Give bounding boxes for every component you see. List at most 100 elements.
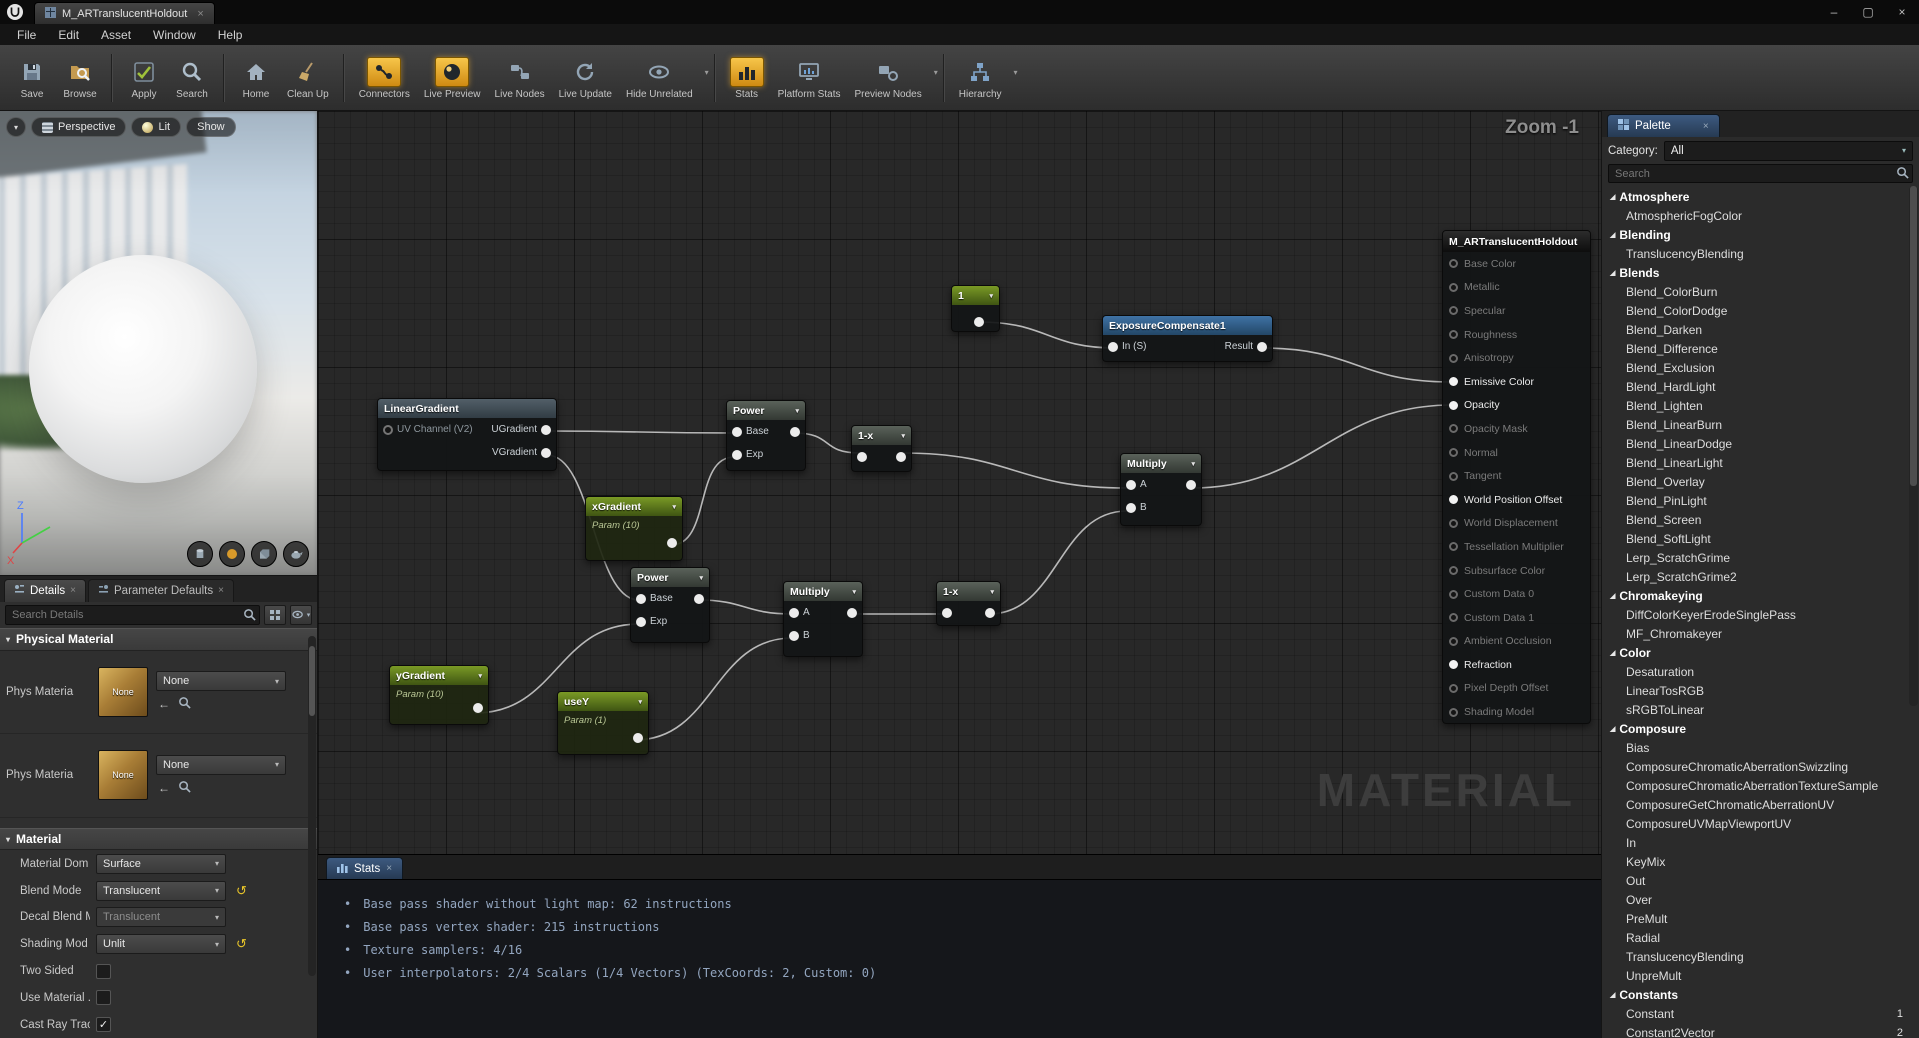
palette-entry[interactable]: ◢ Radial [1602, 928, 1919, 947]
palette-entry[interactable]: ◢ Blend_Darken [1602, 320, 1919, 339]
output-pin[interactable] [974, 317, 984, 327]
output-pin[interactable] [541, 448, 551, 458]
shading-model-select[interactable]: Unlit ▾ [96, 934, 226, 954]
sphere-mesh-button[interactable] [219, 541, 245, 567]
input-pin[interactable] [636, 594, 646, 604]
node-lineargradient[interactable]: LinearGradient UV Channel (V2) UGradient… [377, 398, 557, 471]
palette-entry[interactable]: ◢ Lerp_ScratchGrime2 [1602, 567, 1919, 586]
palette-entry[interactable]: ◢ Blend_Exclusion [1602, 358, 1919, 377]
node-wire[interactable] [1261, 348, 1452, 382]
material-pin-row[interactable]: Refraction [1443, 653, 1590, 677]
material-pin-row[interactable]: Emissive Color [1443, 370, 1590, 394]
palette-entry[interactable]: ◢ Blend_PinLight [1602, 491, 1919, 510]
use-selected-asset-icon[interactable]: ← [158, 697, 170, 711]
palette-entry[interactable]: ◢ Desaturation [1602, 662, 1919, 681]
reset-to-default-icon[interactable]: ↺ [236, 883, 247, 899]
material-pin-row[interactable]: Shading Model [1443, 700, 1590, 724]
palette-entry[interactable]: ◢ Blend_LinearDodge [1602, 434, 1919, 453]
material-pin-row[interactable]: World Position Offset [1443, 488, 1590, 512]
material-pin-row[interactable]: Tessellation Multiplier [1443, 535, 1590, 559]
material-pin[interactable] [1449, 660, 1458, 669]
physical-material-thumbnail[interactable]: None [98, 667, 148, 717]
search-button[interactable]: Search [168, 54, 216, 102]
palette-entry[interactable]: ◢ Color [1602, 643, 1919, 662]
palette-entry[interactable]: ◢ Blend_LinearLight [1602, 453, 1919, 472]
material-pin-row[interactable]: Anisotropy [1443, 346, 1590, 370]
teapot-mesh-button[interactable] [283, 541, 309, 567]
node-wire[interactable] [698, 600, 792, 614]
platform-stats-button[interactable]: Platform Stats [771, 54, 848, 102]
palette-search-input[interactable] [1608, 164, 1913, 183]
collapse-caret-icon[interactable]: ▾ [896, 432, 905, 440]
palette-entry[interactable]: ◢ Blend_SoftLight [1602, 529, 1919, 548]
node-multiply-2[interactable]: Multiply ▾ A B [783, 581, 863, 657]
palette-entry[interactable]: ◢ Blend_Overlay [1602, 472, 1919, 491]
palette-entry[interactable]: ◢ MF_Chromakeyer [1602, 624, 1919, 643]
reset-to-default-icon[interactable]: ↺ [236, 936, 247, 952]
palette-entry[interactable]: ◢ Blending [1602, 225, 1919, 244]
material-pin[interactable] [1449, 542, 1458, 551]
scrollbar-thumb[interactable] [1910, 186, 1917, 486]
collapse-caret-icon[interactable]: ▾ [667, 503, 676, 511]
palette-entry[interactable]: ◢ Bias [1602, 738, 1919, 757]
document-tab-close-icon[interactable]: × [197, 8, 203, 20]
apply-button[interactable]: Apply [120, 54, 168, 102]
material-pin[interactable] [1449, 448, 1458, 457]
physical-material-select[interactable]: None ▾ [156, 755, 286, 775]
palette-entry[interactable]: ◢ UnpreMult [1602, 966, 1919, 985]
section-material[interactable]: ▾ Material [0, 828, 317, 851]
material-pin[interactable] [1449, 354, 1458, 363]
material-pin[interactable] [1449, 708, 1458, 717]
output-pin[interactable] [694, 594, 704, 604]
material-pin-row[interactable]: Ambient Occlusion [1443, 630, 1590, 654]
material-pin[interactable] [1449, 306, 1458, 315]
node-oneminus-1[interactable]: 1-x ▾ [851, 425, 912, 472]
palette-entry[interactable]: ◢ Lerp_ScratchGrime [1602, 548, 1919, 567]
palette-entry[interactable]: ◢ Chromakeying [1602, 586, 1919, 605]
collapse-caret-icon[interactable]: ▾ [984, 292, 993, 300]
material-pin-row[interactable]: Opacity [1443, 394, 1590, 418]
preview-nodes-button[interactable]: Preview Nodes ▾ [847, 54, 935, 102]
maximize-button[interactable]: ▢ [1851, 0, 1885, 24]
tab-stats[interactable]: Stats × [326, 857, 403, 879]
palette-entry[interactable]: ◢ Constant 1 [1602, 1004, 1919, 1023]
node-wire[interactable] [902, 453, 1127, 488]
palette-entry[interactable]: ◢ ComposureChromaticAberrationSwizzling [1602, 757, 1919, 776]
input-pin[interactable] [1108, 342, 1118, 352]
output-pin[interactable] [1257, 342, 1267, 352]
material-pin[interactable] [1449, 566, 1458, 575]
output-pin[interactable] [896, 452, 906, 462]
live-nodes-button[interactable]: Live Nodes [488, 54, 552, 102]
palette-entry[interactable]: ◢ Blend_LinearBurn [1602, 415, 1919, 434]
section-physical-material[interactable]: ▾ Physical Material [0, 628, 317, 651]
node-power-2[interactable]: Power ▾ Base Exp [630, 567, 710, 643]
palette-entry[interactable]: ◢ Out [1602, 871, 1919, 890]
node-exposurecompensate1[interactable]: ExposureCompensate1 In (S) Result [1102, 315, 1273, 362]
collapse-caret-icon[interactable]: ▾ [633, 698, 642, 706]
palette-entry[interactable]: ◢ ComposureUVMapViewportUV [1602, 814, 1919, 833]
live-update-button[interactable]: Live Update [552, 54, 619, 102]
stats-tab-close-icon[interactable]: × [386, 863, 392, 874]
palette-entry[interactable]: ◢ TranslucencyBlending [1602, 244, 1919, 263]
palette-entry[interactable]: ◢ In [1602, 833, 1919, 852]
preview-nodes-dropdown-icon[interactable]: ▾ [934, 68, 938, 77]
browse-to-asset-icon[interactable] [178, 780, 191, 796]
input-pin[interactable] [732, 450, 742, 460]
node-material-result[interactable]: M_ARTranslucentHoldout Base Color Metall… [1442, 230, 1591, 724]
browse-to-asset-icon[interactable] [178, 696, 191, 712]
material-pin[interactable] [1449, 283, 1458, 292]
menu-asset[interactable]: Asset [90, 26, 142, 44]
node-wire[interactable] [1192, 405, 1452, 488]
collapse-caret-icon[interactable]: ▾ [694, 574, 703, 582]
input-pin[interactable] [636, 617, 646, 627]
physical-material-select[interactable]: None ▾ [156, 671, 286, 691]
material-pin-row[interactable]: Pixel Depth Offset [1443, 677, 1590, 701]
palette-entry[interactable]: ◢ DiffColorKeyerErodeSinglePass [1602, 605, 1919, 624]
cast-ray-traced-shadows-checkbox[interactable]: ✓ [96, 1017, 111, 1032]
material-pin-row[interactable]: Opacity Mask [1443, 417, 1590, 441]
node-constant-1[interactable]: 1 ▾ [951, 285, 1000, 332]
preview-viewport[interactable]: ▾ Perspective Lit Show Z X [0, 111, 318, 575]
material-pin[interactable] [1449, 684, 1458, 693]
palette-scrollbar[interactable] [1909, 186, 1918, 706]
palette-entry[interactable]: ◢ Blend_Lighten [1602, 396, 1919, 415]
